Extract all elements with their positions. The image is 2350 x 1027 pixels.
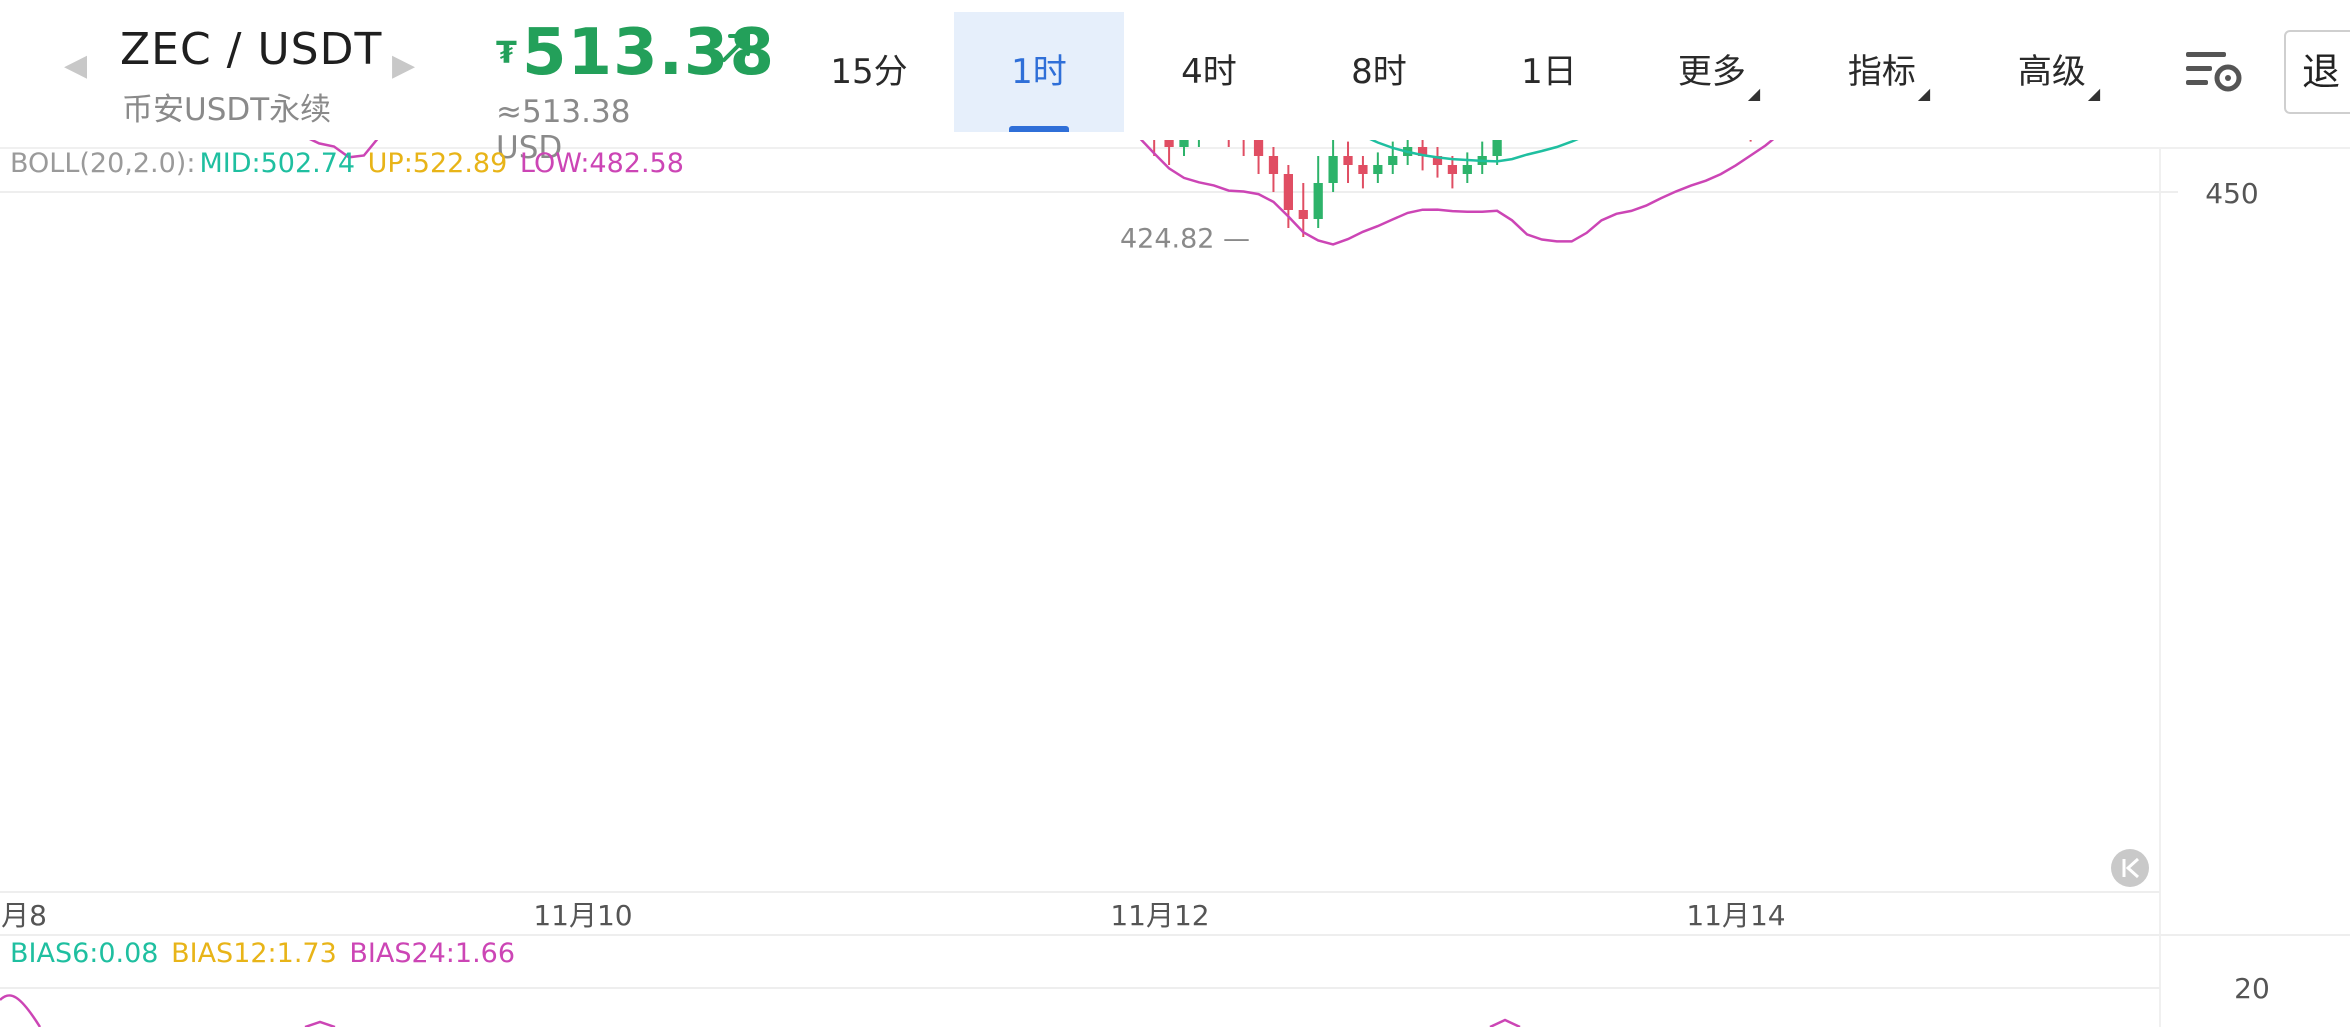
dropdown-corner-icon: ◢ bbox=[1917, 84, 1931, 103]
chart-settings-icon[interactable] bbox=[2184, 48, 2244, 96]
tab-label: 1时 bbox=[1011, 52, 1067, 92]
candle-body bbox=[1343, 156, 1353, 165]
bias6: BIAS6:0.08 bbox=[10, 938, 159, 969]
bias24: BIAS24:1.66 bbox=[349, 938, 516, 969]
boll-low: LOW:482.58 bbox=[519, 148, 684, 179]
arrow-up-right-icon bbox=[722, 34, 750, 62]
bias24-line bbox=[0, 994, 42, 1027]
boll-legend[interactable]: BOLL(20,2.0): MID:502.74 UP:522.89 LOW:48… bbox=[10, 148, 688, 179]
tab-label: 1日 bbox=[1521, 52, 1577, 92]
menu-label: 高级 bbox=[2017, 52, 2086, 92]
boll-label: BOLL(20,2.0): bbox=[10, 148, 196, 179]
min-price-marker: 424.82 — bbox=[1120, 223, 1250, 254]
tab-1h[interactable]: 1时 bbox=[954, 12, 1124, 132]
dropdown-corner-icon: ◢ bbox=[1747, 84, 1761, 103]
boll-up: UP:522.89 bbox=[367, 148, 508, 179]
tab-label: 15分 bbox=[830, 52, 908, 92]
candle-body bbox=[1253, 138, 1264, 156]
currency-symbol: ₮ bbox=[496, 36, 517, 71]
menu-advanced[interactable]: 高级◢ bbox=[1974, 12, 2144, 132]
candle-body bbox=[1328, 156, 1338, 183]
candle-body bbox=[1358, 165, 1368, 174]
pair-name[interactable]: ZEC / USDT bbox=[120, 24, 382, 75]
active-tab-indicator bbox=[1009, 126, 1069, 132]
candle-body bbox=[1298, 210, 1308, 219]
chart-header: ◀ ZEC / USDT ▶ 币安USDT永续 ₮ 513.38 ≈513.38… bbox=[0, 0, 2350, 166]
tab-15m[interactable]: 15分 bbox=[784, 12, 954, 132]
tab-label: 8时 bbox=[1351, 52, 1407, 92]
tab-1d[interactable]: 1日 bbox=[1464, 12, 1634, 132]
exit-button[interactable]: 退 bbox=[2284, 30, 2350, 114]
candle bbox=[1447, 156, 1458, 189]
bias24-line bbox=[1489, 1018, 1521, 1027]
triangle-left-icon[interactable]: ◀ bbox=[64, 48, 87, 83]
bias-legend[interactable]: BIAS6:0.08 BIAS12:1.73 BIAS24:1.66 bbox=[10, 938, 519, 969]
bias-axis-label: 20 bbox=[2234, 972, 2270, 1005]
candle bbox=[1268, 147, 1279, 192]
candle-body bbox=[1388, 156, 1398, 165]
candle bbox=[1373, 152, 1383, 183]
candle bbox=[1432, 147, 1443, 178]
bias24-line bbox=[304, 1020, 336, 1027]
menu-label: 指标 bbox=[1847, 52, 1916, 92]
menu-more[interactable]: 更多◢ bbox=[1634, 12, 1804, 132]
candle bbox=[1328, 138, 1338, 192]
y-tick-label: 450 bbox=[2205, 177, 2258, 210]
tab-4h[interactable]: 4时 bbox=[1124, 12, 1294, 132]
menu-indicators[interactable]: 指标◢ bbox=[1804, 12, 1974, 132]
candle bbox=[1477, 141, 1487, 174]
candle-body bbox=[1447, 165, 1458, 174]
x-tick-label: 11月14 bbox=[1686, 899, 1785, 932]
candle-body bbox=[1283, 174, 1293, 210]
bias12: BIAS12:1.73 bbox=[171, 938, 337, 969]
candle bbox=[1462, 152, 1472, 183]
x-tick-label: 11月12 bbox=[1110, 899, 1209, 932]
x-tick-label: 11月10 bbox=[533, 899, 632, 932]
dropdown-corner-icon: ◢ bbox=[2087, 84, 2101, 103]
candle bbox=[1358, 156, 1368, 189]
market-subtitle: 币安USDT永续 bbox=[122, 92, 332, 128]
tab-label: 4时 bbox=[1181, 52, 1237, 92]
candle-body bbox=[1462, 165, 1472, 174]
candle-body bbox=[1268, 156, 1279, 174]
boll-mid: MID:502.74 bbox=[199, 148, 356, 179]
candle bbox=[1313, 156, 1323, 228]
menu-label: 更多 bbox=[1677, 52, 1746, 92]
scroll-latest-icon[interactable] bbox=[2111, 849, 2149, 887]
x-tick-label: 月8 bbox=[1, 899, 47, 932]
candle-body bbox=[1373, 165, 1383, 174]
tab-8h[interactable]: 8时 bbox=[1294, 12, 1464, 132]
candle-body bbox=[1313, 183, 1323, 219]
triangle-right-icon[interactable]: ▶ bbox=[392, 48, 415, 83]
